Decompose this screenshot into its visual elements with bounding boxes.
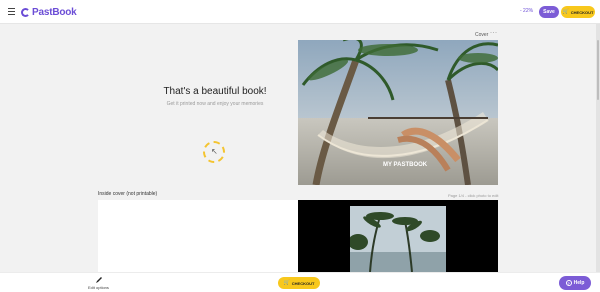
- page-1[interactable]: [298, 200, 498, 272]
- pencil-icon[interactable]: [95, 276, 103, 284]
- edit-options-label[interactable]: Edit options: [88, 285, 109, 290]
- checkout-label: CHECKOUT: [570, 9, 594, 15]
- pastbook-logo[interactable]: PastBook: [21, 5, 77, 19]
- page-photo[interactable]: [350, 206, 446, 272]
- checkout-button-top[interactable]: 🛒 CHECKOUT: [561, 6, 595, 18]
- logo-text: PastBook: [32, 6, 77, 18]
- help-button[interactable]: ? Help: [559, 276, 591, 290]
- pastbook-logo-icon: [21, 7, 30, 17]
- save-button[interactable]: Save: [539, 6, 559, 18]
- more-icon[interactable]: ···: [490, 30, 498, 36]
- page-info: Page 1/4 - click photo to edit: [448, 193, 499, 198]
- help-label: Help: [573, 280, 585, 286]
- scrollbar-thumb[interactable]: [597, 40, 599, 100]
- checkout-button-bottom[interactable]: 🛒 CHECKOUT: [278, 277, 320, 289]
- top-bar: PastBook - 22% Save 🛒 CHECKOUT: [0, 0, 600, 24]
- cover-photo[interactable]: MY PASTBOOK: [298, 40, 498, 185]
- hamburger-menu-icon[interactable]: [8, 8, 15, 15]
- zoom-level[interactable]: - 22%: [520, 8, 533, 14]
- promo-headline: That's a beautiful book!: [163, 86, 267, 97]
- beach-hammock-image: MY PASTBOOK: [298, 40, 498, 185]
- inside-cover-page: [98, 200, 298, 272]
- help-icon: ?: [565, 280, 572, 286]
- palm-beach-image: [350, 206, 446, 272]
- cover-label: Cover: [475, 32, 489, 38]
- inside-cover-label: Inside cover (not printable): [98, 191, 158, 197]
- mouse-cursor-icon: ↖: [211, 147, 218, 156]
- cart-icon: 🛒: [283, 280, 290, 286]
- checkout-label: CHECKOUT: [291, 280, 315, 286]
- promo-subline: Get it printed now and enjoy your memori…: [166, 101, 264, 107]
- cart-icon: 🛒: [562, 9, 569, 15]
- cover-title-text: MY PASTBOOK: [383, 162, 428, 168]
